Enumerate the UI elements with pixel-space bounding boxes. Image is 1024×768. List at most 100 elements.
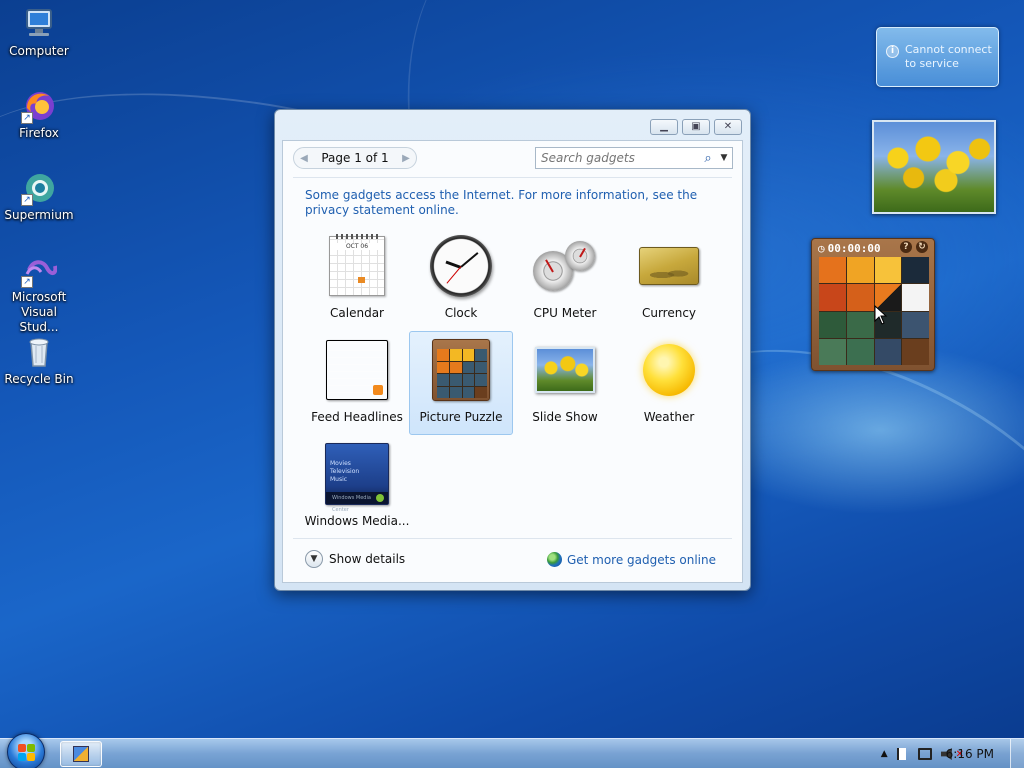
recycle-bin-icon bbox=[21, 334, 57, 370]
puzzle-tile[interactable] bbox=[819, 311, 846, 338]
picture-puzzle-gadget[interactable]: ◷ 00:00:00 ? ↻ bbox=[811, 238, 935, 371]
media-line: Music bbox=[330, 476, 348, 483]
close-icon: ✕ bbox=[723, 121, 733, 132]
gadget-cpu-meter[interactable]: CPU Meter bbox=[513, 227, 617, 331]
search-box: ⌕ ▼ bbox=[535, 147, 733, 169]
rss-icon bbox=[373, 385, 383, 395]
gadget-name: Clock bbox=[444, 306, 478, 320]
minimize-button[interactable]: ▁ bbox=[650, 119, 678, 135]
divider bbox=[293, 538, 732, 539]
puzzle-tile[interactable] bbox=[846, 338, 874, 365]
service-notification-gadget[interactable]: i Cannot connect to service bbox=[876, 27, 999, 87]
show-hidden-icons-button[interactable]: ▲ bbox=[881, 749, 888, 759]
action-center-flag-icon[interactable] bbox=[896, 748, 909, 760]
search-icon[interactable]: ⌕ bbox=[700, 151, 716, 166]
taskbar-clock[interactable]: 6:16 PM bbox=[946, 739, 994, 768]
gadget-name: Calendar bbox=[330, 306, 384, 320]
network-icon[interactable] bbox=[917, 748, 932, 760]
divider bbox=[293, 177, 732, 178]
globe-icon bbox=[546, 552, 562, 567]
chevron-down-icon: ▼ bbox=[305, 550, 323, 568]
puzzle-tile[interactable] bbox=[874, 338, 902, 365]
taskbar: ▲ ✕ 6:16 PM bbox=[0, 733, 1024, 768]
puzzle-tile[interactable] bbox=[846, 284, 874, 311]
gadget-feed-headlines[interactable]: Feed Headlines bbox=[305, 331, 409, 435]
chevron-down-icon[interactable]: ▼ bbox=[716, 153, 732, 163]
clock-icon bbox=[430, 235, 492, 297]
puzzle-tile[interactable] bbox=[902, 257, 929, 284]
puzzle-tile[interactable] bbox=[819, 284, 846, 311]
feed-headlines-icon bbox=[326, 340, 388, 400]
puzzle-timer-value: 00:00:00 bbox=[827, 241, 881, 255]
media-line: Movies bbox=[330, 460, 351, 467]
visual-studio-icon: ↗ bbox=[21, 252, 58, 288]
gadget-name: CPU Meter bbox=[533, 306, 597, 320]
windows-media-icon: Movies Television Music Windows Media Ce… bbox=[325, 443, 389, 513]
privacy-notice-link[interactable]: Some gadgets access the Internet. For mo… bbox=[305, 188, 715, 218]
gadget-calendar[interactable]: OCT 06 Calendar bbox=[305, 227, 409, 331]
start-button[interactable] bbox=[7, 733, 45, 768]
desktop-icon-computer[interactable]: Computer bbox=[2, 6, 76, 59]
desktop-icon-firefox[interactable]: ↗ Firefox bbox=[2, 88, 76, 141]
close-button[interactable]: ✕ bbox=[714, 119, 742, 135]
desktop-icon-visual-studio[interactable]: ↗ Microsoft Visual Stud... bbox=[2, 252, 76, 335]
get-more-gadgets-link[interactable]: Get more gadgets online bbox=[546, 552, 716, 567]
gadget-currency[interactable]: Currency bbox=[617, 227, 721, 331]
restore-icon: ▣ bbox=[691, 121, 701, 132]
gadget-slide-show[interactable]: Slide Show bbox=[513, 331, 617, 435]
previous-page-button[interactable]: ◀ bbox=[298, 153, 310, 164]
puzzle-tile[interactable] bbox=[819, 338, 846, 365]
taskbar-gadgets-button[interactable] bbox=[60, 741, 102, 767]
gadget-name: Slide Show bbox=[532, 410, 598, 424]
media-bar: Windows Media Center bbox=[326, 492, 388, 513]
desktop-icon-label: Recycle Bin bbox=[4, 372, 74, 386]
supermium-icon: ↗ bbox=[21, 170, 57, 206]
gadget-name: Weather bbox=[643, 410, 695, 424]
puzzle-tile[interactable] bbox=[902, 311, 929, 338]
puzzle-tile[interactable] bbox=[819, 257, 846, 284]
minimize-icon: ▁ bbox=[660, 121, 668, 132]
picture-puzzle-icon bbox=[432, 339, 490, 401]
gadget-windows-media[interactable]: Movies Television Music Windows Media Ce… bbox=[305, 435, 409, 539]
show-desktop-button[interactable] bbox=[1010, 739, 1024, 768]
gadgets-icon bbox=[73, 746, 89, 762]
gadget-name: Windows Media... bbox=[304, 514, 410, 528]
shortcut-arrow-icon: ↗ bbox=[21, 194, 33, 206]
weather-icon bbox=[643, 344, 695, 396]
calendar-month: OCT 06 bbox=[330, 243, 384, 250]
media-line: Television bbox=[330, 468, 360, 475]
shuffle-icon[interactable]: ↻ bbox=[916, 241, 928, 253]
firefox-icon: ↗ bbox=[21, 88, 57, 124]
calendar-icon: OCT 06 bbox=[329, 234, 385, 296]
desktop-icon-recycle-bin[interactable]: Recycle Bin bbox=[2, 334, 76, 387]
desktop-icon-label: Computer bbox=[9, 44, 69, 58]
gallery-content: ◀ Page 1 of 1 ▶ ⌕ ▼ Some gadgets access … bbox=[282, 140, 743, 583]
gadget-picture-puzzle[interactable]: Picture Puzzle bbox=[409, 331, 513, 435]
gadget-clock[interactable]: Clock bbox=[409, 227, 513, 331]
help-icon[interactable]: ? bbox=[900, 241, 912, 253]
slideshow-gadget[interactable] bbox=[872, 120, 996, 214]
puzzle-tile[interactable] bbox=[846, 257, 874, 284]
puzzle-timer: ◷ 00:00:00 bbox=[818, 241, 881, 255]
gadget-grid: OCT 06 Calendar Clock CPU Meter Currency… bbox=[305, 227, 725, 539]
puzzle-tile[interactable] bbox=[846, 311, 874, 338]
search-input[interactable] bbox=[536, 148, 700, 168]
shortcut-arrow-icon: ↗ bbox=[21, 112, 33, 124]
puzzle-tile[interactable] bbox=[874, 257, 902, 284]
puzzle-empty-slot[interactable] bbox=[902, 338, 929, 365]
gadget-name: Picture Puzzle bbox=[419, 410, 503, 424]
slide-show-icon bbox=[535, 347, 595, 393]
next-page-button[interactable]: ▶ bbox=[400, 153, 412, 164]
notification-text: Cannot connect to service bbox=[905, 43, 992, 70]
desktop-icon-supermium[interactable]: ↗ Supermium bbox=[2, 170, 76, 223]
gadget-weather[interactable]: Weather bbox=[617, 331, 721, 435]
restore-button[interactable]: ▣ bbox=[682, 119, 710, 135]
show-details-label: Show details bbox=[329, 552, 406, 566]
desktop-icon-label: Firefox bbox=[19, 126, 59, 140]
get-more-label: Get more gadgets online bbox=[566, 552, 716, 567]
gadget-name: Feed Headlines bbox=[311, 410, 403, 424]
info-icon: i bbox=[886, 45, 899, 58]
show-details-button[interactable]: ▼ Show details bbox=[305, 550, 405, 568]
gadget-gallery-window: ▁ ▣ ✕ ◀ Page 1 of 1 ▶ ⌕ ▼ Some gadgets a… bbox=[274, 109, 751, 591]
puzzle-tile[interactable] bbox=[902, 284, 929, 311]
